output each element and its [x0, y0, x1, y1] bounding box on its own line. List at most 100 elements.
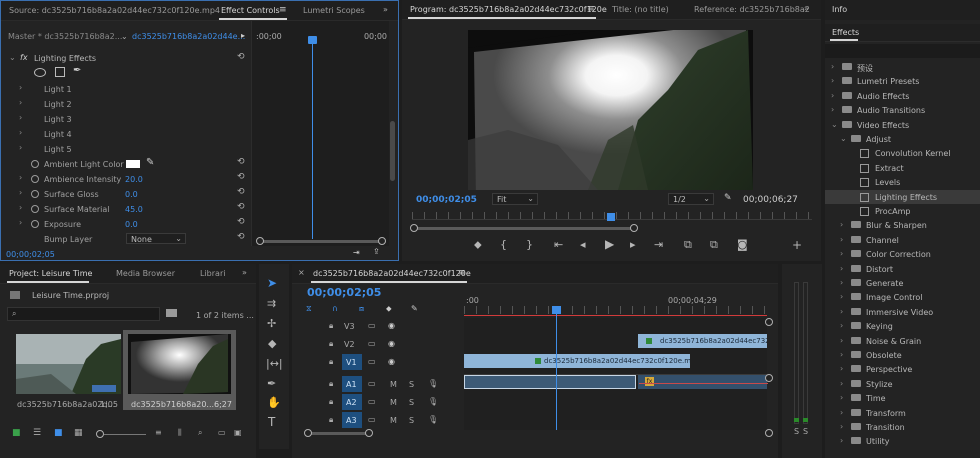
chevron-right-icon[interactable]: ›: [840, 350, 843, 359]
tab-effect-controls[interactable]: Effect Controls: [221, 6, 280, 15]
fx-badge[interactable]: fx: [20, 53, 28, 62]
mic-icon[interactable]: 🎙︎: [428, 415, 438, 424]
lock-icon[interactable]: 🔒︎: [329, 339, 333, 349]
tab-lumetri-scopes[interactable]: Lumetri Scopes: [303, 6, 365, 15]
lock-icon[interactable]: 🔒︎: [329, 357, 333, 367]
tab-source[interactable]: Source: dc3525b716b8a2a02d44ec732c0f120e…: [9, 6, 220, 15]
razor-tool-icon[interactable]: ◆: [268, 337, 276, 350]
chevron-right-icon[interactable]: ›: [840, 408, 843, 417]
solo-left-button[interactable]: S: [794, 427, 799, 436]
clip-v1[interactable]: dc3525b716b8a2a02d44ec732c0f120e.mp4 [V: [464, 354, 690, 368]
play-clip-icon[interactable]: ▸: [241, 31, 245, 40]
chevron-right-icon[interactable]: ›: [831, 91, 834, 100]
stopwatch-icon[interactable]: [31, 190, 39, 198]
timeline-timecode[interactable]: 00;00;02;05: [307, 286, 381, 299]
mute-button[interactable]: M: [390, 416, 397, 425]
effects-folder[interactable]: › Transition: [825, 420, 980, 434]
effects-folder[interactable]: › Audio Transitions: [825, 103, 980, 117]
stopwatch-icon[interactable]: [31, 205, 39, 213]
chevron-right-icon[interactable]: ›: [831, 105, 834, 114]
scroll-handle[interactable]: [765, 318, 773, 326]
tab-reference[interactable]: Reference: dc3525b716b8a2: [694, 5, 810, 14]
scroll-handle[interactable]: [304, 429, 312, 437]
effects-folder[interactable]: › Lumetri Presets: [825, 74, 980, 88]
wrench-icon[interactable]: ✎: [724, 193, 732, 203]
sync-lock-icon[interactable]: ▭: [368, 415, 376, 424]
track-area[interactable]: dc3525b716b8a2a02d44ec732c0f12 dc3525b71…: [464, 306, 768, 430]
solo-button[interactable]: S: [409, 416, 414, 425]
scroll-handle[interactable]: [765, 374, 773, 382]
effects-folder[interactable]: › Time: [825, 391, 980, 405]
effects-folder[interactable]: › Obsolete: [825, 348, 980, 362]
eye-icon[interactable]: ◉: [388, 339, 395, 348]
scroll-handle[interactable]: [410, 224, 418, 232]
surface-material-value[interactable]: 45.0: [125, 205, 143, 214]
eye-icon[interactable]: ◉: [388, 357, 395, 366]
reset-icon[interactable]: ⟲: [237, 232, 245, 242]
lift-icon[interactable]: ⧉: [684, 238, 692, 252]
surface-gloss-value[interactable]: 0.0: [125, 190, 138, 199]
reset-effect-icon[interactable]: ⟲: [237, 52, 245, 62]
clip-a1-second[interactable]: fx: [638, 375, 768, 389]
track-select-tool-icon[interactable]: ⇉: [267, 297, 276, 310]
effects-item[interactable]: Lighting Effects: [825, 189, 980, 204]
effects-folder[interactable]: › 预设: [825, 60, 980, 74]
fit-select[interactable]: Fit ⌄: [492, 193, 538, 205]
hamburger-icon[interactable]: ≡: [279, 5, 287, 15]
pen-mask-icon[interactable]: ✒: [73, 65, 81, 76]
timeline-playhead-line[interactable]: [556, 306, 557, 430]
chevron-right-icon[interactable]: ›: [840, 235, 843, 244]
effects-folder[interactable]: › Immersive Video: [825, 305, 980, 319]
ambience-intensity-value[interactable]: 20.0: [125, 175, 143, 184]
program-playhead[interactable]: [607, 213, 615, 221]
chevron-right-icon[interactable]: ›: [831, 62, 834, 71]
chevron-right-icon[interactable]: ›: [840, 249, 843, 258]
export-frame-icon[interactable]: ⇥: [353, 248, 360, 257]
reset-icon[interactable]: ⟲: [237, 187, 245, 197]
chevron-right-icon[interactable]: ›: [840, 307, 843, 316]
reset-icon[interactable]: ⟲: [237, 172, 245, 182]
expand-chevron-icon[interactable]: ›: [19, 83, 22, 92]
stopwatch-icon[interactable]: [31, 175, 39, 183]
work-area-bar[interactable]: [464, 315, 767, 316]
effects-folder[interactable]: › Keying: [825, 319, 980, 333]
mark-in-icon[interactable]: {: [500, 238, 507, 251]
thumbnail-item[interactable]: dc3525b716b8a20... 6;27: [123, 330, 236, 410]
effects-folder[interactable]: › Blur & Sharpen: [825, 218, 980, 232]
zoom-slider-handle[interactable]: [96, 430, 104, 438]
sync-lock-icon[interactable]: ▭: [368, 357, 376, 366]
chevron-right-icon[interactable]: ›: [840, 321, 843, 330]
clip-a1[interactable]: [464, 375, 636, 389]
snap-icon[interactable]: ∩: [332, 304, 338, 313]
add-marker-icon[interactable]: ⬥: [474, 238, 482, 252]
chevron-right-icon[interactable]: ›: [840, 292, 843, 301]
sort-icon[interactable]: ≡: [155, 428, 162, 437]
timeline-ruler[interactable]: [464, 306, 767, 314]
mini-playhead-handle[interactable]: [308, 36, 317, 44]
list-view-icon[interactable]: ☰: [33, 428, 41, 438]
lock-icon[interactable]: 🔒︎: [329, 397, 333, 407]
rectangle-mask-icon[interactable]: [55, 67, 65, 77]
effects-item[interactable]: Extract: [825, 161, 980, 175]
program-zoom-bar[interactable]: [414, 227, 634, 230]
stopwatch-icon[interactable]: [31, 220, 39, 228]
info-title[interactable]: Info: [832, 5, 847, 14]
chevron-right-icon[interactable]: ›: [840, 379, 843, 388]
effects-folder[interactable]: › Generate: [825, 276, 980, 290]
extract-icon[interactable]: ⧉: [710, 238, 718, 252]
scroll-handle[interactable]: [365, 429, 373, 437]
expand-chevron-icon[interactable]: ›: [19, 98, 22, 107]
mark-out-icon[interactable]: }: [526, 238, 533, 251]
mini-playhead[interactable]: [312, 39, 313, 239]
chevron-right-icon[interactable]: ›: [840, 278, 843, 287]
tab-title[interactable]: Title: (no title): [612, 5, 669, 14]
tab-program[interactable]: Program: dc3525b716b8a2a02d44ec732c0f120…: [410, 5, 607, 14]
chevron-down-icon[interactable]: ⌄: [121, 32, 128, 41]
chevron-right-icon[interactable]: ›: [840, 336, 843, 345]
bump-layer-select[interactable]: None ⌄: [126, 233, 186, 244]
effects-folder[interactable]: › Channel: [825, 233, 980, 247]
resolution-select[interactable]: 1/2 ⌄: [668, 193, 714, 205]
sync-lock-icon[interactable]: ▭: [368, 397, 376, 406]
effect-controls-timecode[interactable]: 00;00;02;05: [6, 250, 55, 259]
lock-icon[interactable]: 🔒︎: [329, 321, 333, 331]
